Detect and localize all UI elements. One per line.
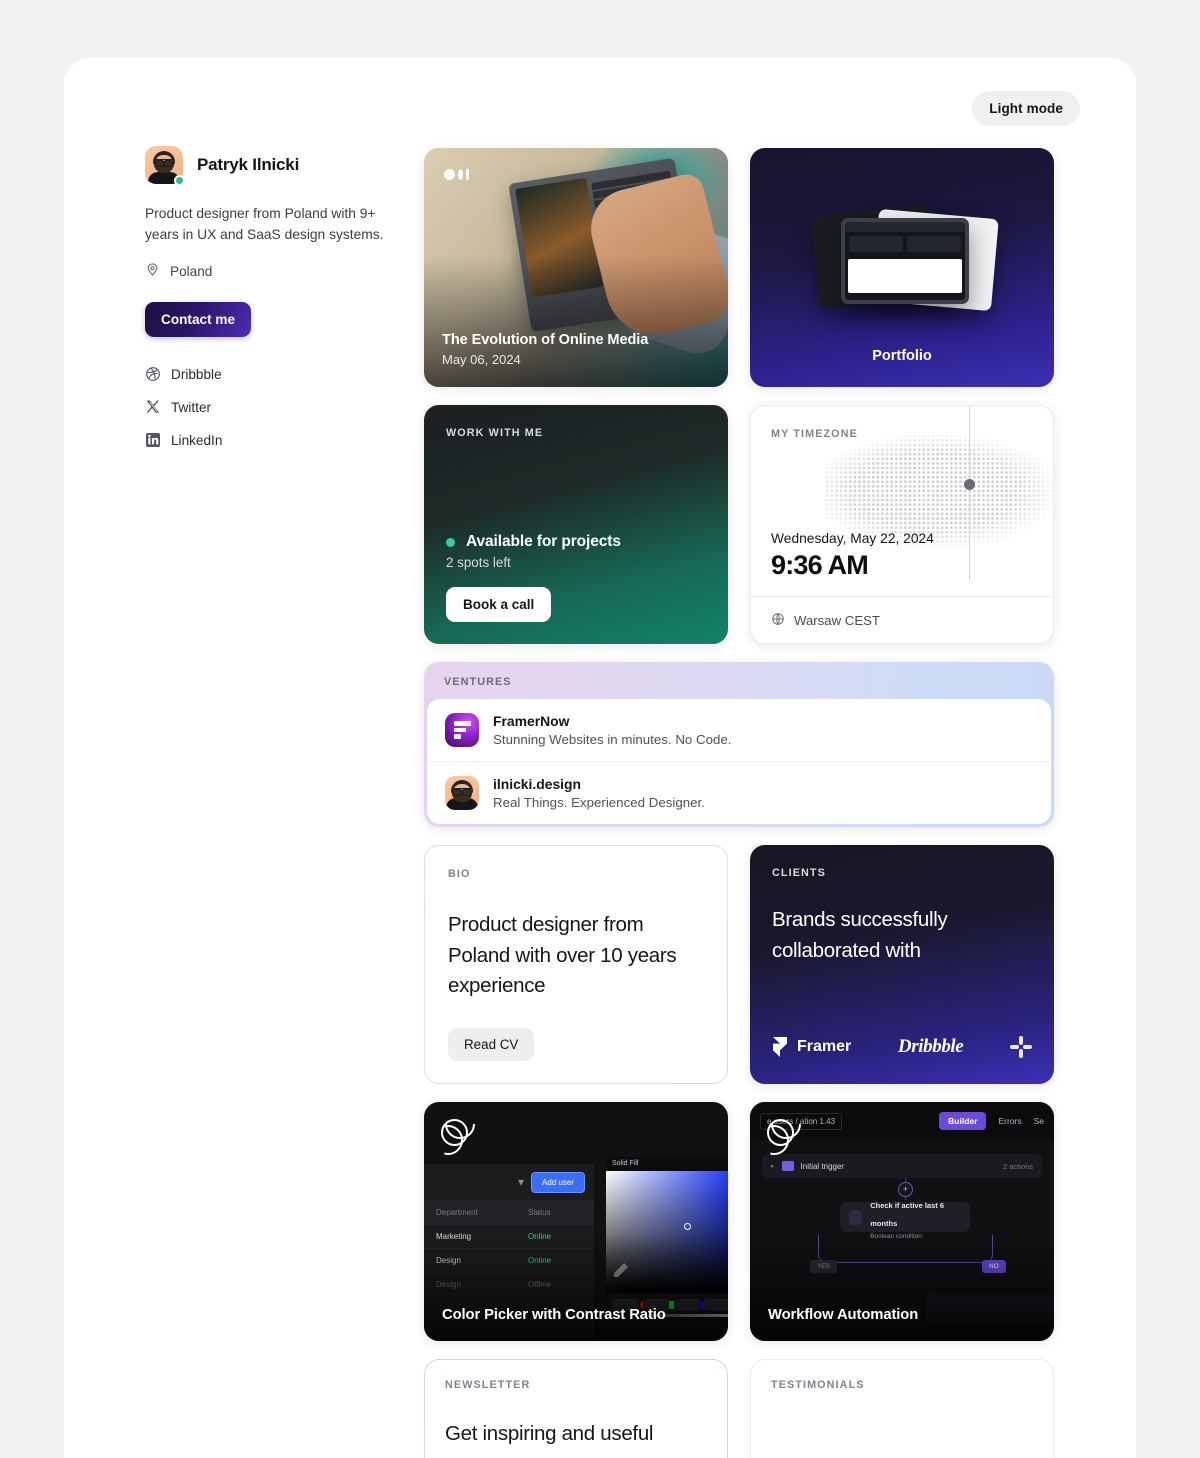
timezone-date: Wednesday, May 22, 2024 xyxy=(771,531,934,546)
profile-name: Patryk Ilnicki xyxy=(197,155,300,174)
social-link-dribbble[interactable]: Dribbble xyxy=(145,366,405,382)
venture-name: FramerNow xyxy=(493,713,570,729)
dribbble-icon xyxy=(767,1119,794,1146)
avatar xyxy=(145,146,185,186)
card-testimonials: TESTIMONIALS xyxy=(750,1359,1054,1458)
card-clients: CLIENTS Brands successfully collaborated… xyxy=(750,845,1054,1084)
card-project-workflow[interactable]: e users / ation 1.43 Builder Errors Se ▸… xyxy=(750,1102,1054,1341)
social-link-linkedin[interactable]: LinkedIn xyxy=(145,432,405,448)
bio-kicker: BIO xyxy=(448,868,471,880)
testimonials-kicker: TESTIMONIALS xyxy=(771,1379,865,1391)
spots-left: 2 spots left xyxy=(446,555,511,570)
social-links: Dribbble Twitter LinkedIn xyxy=(145,366,405,448)
grid-row-4: ▾ Add user Department Status Marketing O… xyxy=(424,1102,1054,1341)
grid-row-3: BIO Product designer from Poland with ov… xyxy=(424,845,1054,1084)
availability-status: Available for projects xyxy=(466,533,621,550)
timezone-header: MY TIMEZONE xyxy=(771,428,1035,440)
dribbble-icon xyxy=(145,366,161,382)
medium-icon xyxy=(444,169,469,180)
timezone-location-dot xyxy=(964,479,975,490)
venture-desc: Stunning Websites in minutes. No Code. xyxy=(493,732,732,747)
newsletter-headline: Get inspiring and useful xyxy=(445,1422,654,1445)
dribbble-icon xyxy=(441,1119,468,1146)
availability-row: Available for projects xyxy=(446,533,621,551)
venture-name: ilnicki.design xyxy=(493,776,581,792)
newsletter-kicker: NEWSLETTER xyxy=(445,1379,531,1391)
framernow-logo-icon xyxy=(445,713,479,747)
profile-header: Patryk Ilnicki xyxy=(145,146,405,186)
card-newsletter: NEWSLETTER Get inspiring and useful xyxy=(424,1359,728,1458)
clients-kicker: CLIENTS xyxy=(772,867,826,879)
venture-text: FramerNow Stunning Websites in minutes. … xyxy=(493,713,732,747)
profile-sidebar: Patryk Ilnicki Product designer from Pol… xyxy=(145,146,405,448)
app-window: Light mode Patryk Ilnicki Product design… xyxy=(64,58,1136,1458)
card-portfolio[interactable]: Portfolio xyxy=(750,148,1054,387)
project-title: Color Picker with Contrast Ratio xyxy=(442,1307,666,1323)
twitter-x-icon xyxy=(145,399,161,415)
globe-icon xyxy=(771,612,785,629)
ventures-list: FramerNow Stunning Websites in minutes. … xyxy=(427,699,1051,824)
card-ventures: VENTURES FramerNow Stunning Websites in … xyxy=(424,662,1054,827)
topbar: Light mode xyxy=(972,91,1080,126)
card-timezone: MY TIMEZONE Wednesday, May 22, 2024 9:36… xyxy=(750,405,1054,644)
card-article[interactable]: The Evolution of Online Media May 06, 20… xyxy=(424,148,728,387)
slack-logo-icon xyxy=(1010,1036,1032,1058)
framer-label: Framer xyxy=(797,1038,852,1055)
ilnicki-avatar-icon xyxy=(445,776,479,810)
read-cv-button[interactable]: Read CV xyxy=(448,1028,535,1061)
linkedin-icon xyxy=(145,432,161,448)
grid-row-5: NEWSLETTER Get inspiring and useful TEST… xyxy=(424,1359,1054,1458)
availability-dot-icon xyxy=(446,537,455,547)
venture-item-ilnicki-design[interactable]: ilnicki.design Real Things. Experienced … xyxy=(427,761,1051,824)
article-title: The Evolution of Online Media xyxy=(442,332,649,348)
portfolio-label: Portfolio xyxy=(872,348,932,364)
article-text: The Evolution of Online Media May 06, 20… xyxy=(442,332,648,367)
timezone-zone: Warsaw CEST xyxy=(794,612,880,628)
contact-me-button[interactable]: Contact me xyxy=(145,302,252,337)
dribbble-logo: Dribbble xyxy=(897,1036,964,1057)
book-a-call-button[interactable]: Book a call xyxy=(446,587,552,622)
card-bio: BIO Product designer from Poland with ov… xyxy=(424,845,728,1084)
clients-logo-row: Framer Dribbble xyxy=(772,1036,1032,1058)
social-label: LinkedIn xyxy=(171,432,223,448)
grid-row-2: WORK WITH ME Available for projects 2 sp… xyxy=(424,405,1054,644)
location-label: Poland xyxy=(170,263,213,279)
ventures-kicker: VENTURES xyxy=(444,676,512,688)
venture-text: ilnicki.design Real Things. Experienced … xyxy=(493,776,705,810)
venture-desc: Real Things. Experienced Designer. xyxy=(493,795,705,810)
location-pin-icon xyxy=(145,262,160,280)
project-title: Workflow Automation xyxy=(768,1307,919,1323)
timezone-time: 9:36 AM xyxy=(771,550,869,580)
article-date: May 06, 2024 xyxy=(442,352,521,367)
bento-grid: The Evolution of Online Media May 06, 20… xyxy=(424,148,1054,1458)
social-link-twitter[interactable]: Twitter xyxy=(145,399,405,415)
social-label: Dribbble xyxy=(171,366,222,382)
work-body: Available for projects 2 spots left Book… xyxy=(446,533,621,622)
bio-headline: Product designer from Poland with over 1… xyxy=(448,913,677,997)
card-project-color-picker[interactable]: ▾ Add user Department Status Marketing O… xyxy=(424,1102,728,1341)
grid-row-1: The Evolution of Online Media May 06, 20… xyxy=(424,148,1054,387)
profile-bio: Product designer from Poland with 9+ yea… xyxy=(145,206,384,242)
online-status-dot xyxy=(174,175,185,186)
light-mode-toggle[interactable]: Light mode xyxy=(972,91,1080,126)
card-work-with-me: WORK WITH ME Available for projects 2 sp… xyxy=(424,405,728,644)
venture-item-framernow[interactable]: FramerNow Stunning Websites in minutes. … xyxy=(427,699,1051,761)
clients-headline: Brands successfully collaborated with xyxy=(772,908,948,962)
framer-logo: Framer xyxy=(772,1037,851,1057)
profile-location: Poland xyxy=(145,262,405,280)
timezone-footer: Warsaw CEST xyxy=(751,596,1053,643)
portfolio-device-stack xyxy=(807,203,999,314)
timezone-kicker: MY TIMEZONE xyxy=(771,428,858,440)
work-kicker: WORK WITH ME xyxy=(446,427,544,439)
social-label: Twitter xyxy=(171,399,212,415)
framer-mark-icon xyxy=(773,1037,787,1057)
